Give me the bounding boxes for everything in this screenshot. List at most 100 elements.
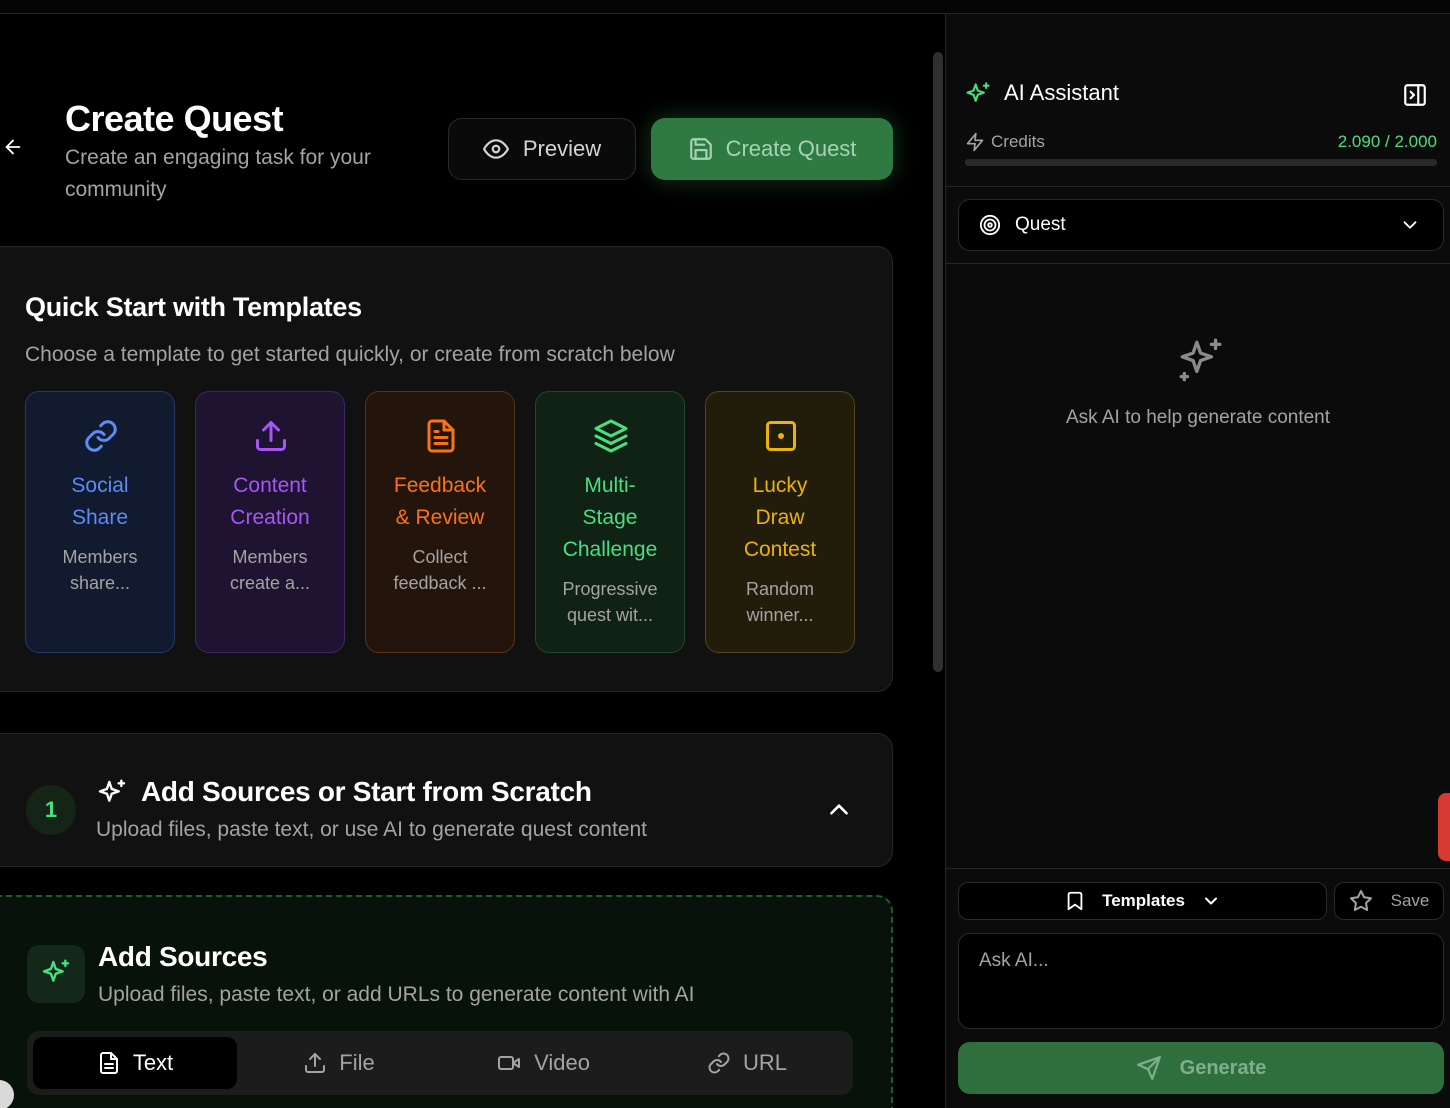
credits-progress-bar	[965, 159, 1437, 166]
template-card[interactable]: Social Share Members share...	[25, 391, 175, 653]
template-name-line: Draw	[755, 506, 805, 529]
chevron-down-icon	[1403, 221, 1417, 229]
source-tabs: Text File Video URL	[27, 1031, 853, 1095]
tab-text-label: Text	[132, 1050, 174, 1075]
template-name-line: Contest	[743, 538, 817, 561]
star-icon	[1349, 890, 1372, 912]
template-description-line: winner...	[746, 605, 814, 625]
template-description-line: feedback ...	[393, 573, 487, 593]
templates-dropdown-label: Templates	[1102, 891, 1185, 910]
add-sources-title: Add Sources	[98, 941, 268, 972]
template-name: Social Share	[26, 470, 174, 534]
divider	[946, 868, 1450, 869]
sparkles-icon	[1179, 338, 1222, 382]
layers-icon	[594, 419, 628, 453]
credits-progress-fill	[965, 159, 1437, 166]
template-description-line: Progressive	[562, 579, 658, 599]
template-description-line: Members	[62, 547, 138, 567]
step-1-subtitle: Upload files, paste text, or use AI to g…	[96, 818, 648, 841]
add-sources-icon-box	[27, 945, 85, 1003]
template-description-line: Random	[745, 579, 815, 599]
template-name-line: Share	[71, 506, 129, 529]
target-icon	[979, 214, 1001, 236]
video-icon	[498, 1056, 521, 1070]
generate-button[interactable]: Generate	[958, 1042, 1444, 1094]
template-description: Collect feedback ...	[366, 544, 514, 596]
generate-label: Generate	[1179, 1056, 1267, 1079]
template-name-line: Stage	[582, 506, 638, 529]
document-icon	[427, 419, 455, 453]
sparkles-icon	[966, 82, 990, 102]
tab-file[interactable]: File	[237, 1037, 441, 1089]
tab-text[interactable]: Text	[33, 1037, 237, 1089]
divider	[946, 263, 1450, 264]
upload-icon	[256, 421, 286, 451]
templates-subtitle: Choose a template to get started quickly…	[25, 343, 675, 366]
step-1-title: Add Sources or Start from Scratch	[141, 776, 592, 807]
template-name: Lucky Draw Contest	[706, 470, 854, 566]
template-name: Content Creation	[196, 470, 344, 534]
template-card[interactable]: Lucky Draw Contest Random winner...	[705, 391, 855, 653]
create-quest-label: Create Quest	[725, 136, 857, 161]
template-description-line: Collect	[412, 547, 468, 567]
template-name: Multi- Stage Challenge	[536, 470, 684, 566]
tab-file-label: File	[339, 1050, 375, 1075]
main-scrollbar-thumb[interactable]	[933, 52, 943, 672]
add-sources-subtitle: Upload files, paste text, or add URLs to…	[98, 983, 695, 1006]
tab-url[interactable]: URL	[645, 1037, 849, 1089]
main-content: Create Quest Create an engaging task for…	[0, 0, 930, 1108]
save-disk-icon	[689, 138, 712, 160]
mode-select[interactable]: Quest	[958, 199, 1444, 251]
ai-assistant-title: AI Assistant	[1004, 80, 1119, 105]
tab-video-label: Video	[534, 1050, 590, 1075]
template-description-line: quest wit...	[566, 605, 654, 625]
template-name-line: Challenge	[562, 538, 658, 561]
template-name-line: Content	[233, 474, 307, 497]
chevron-up-icon[interactable]	[826, 797, 852, 823]
lightning-icon	[966, 132, 984, 152]
tab-video[interactable]: Video	[441, 1037, 645, 1089]
feedback-tab[interactable]	[1438, 793, 1450, 861]
sparkles-icon	[98, 779, 126, 802]
panel-collapse-icon[interactable]	[1402, 82, 1428, 108]
tab-url-label: URL	[742, 1050, 787, 1075]
template-name-line: & Review	[395, 506, 485, 529]
save-prompt-button[interactable]: Save	[1334, 882, 1444, 920]
template-name-line: Feedback	[393, 474, 487, 497]
template-name-line: Multi-	[584, 474, 636, 497]
empty-state-text: Ask AI to help generate content	[1065, 407, 1331, 428]
back-arrow-icon[interactable]	[2, 136, 24, 158]
preview-button[interactable]: Preview	[448, 118, 636, 180]
save-label: Save	[1390, 891, 1430, 910]
credits-value: 2.090 / 2.000	[1337, 132, 1437, 151]
credits-label: Credits	[991, 132, 1045, 151]
send-icon	[1136, 1056, 1161, 1080]
template-description: Members share...	[26, 544, 174, 596]
preview-label: Preview	[522, 136, 602, 161]
templates-title: Quick Start with Templates	[25, 292, 362, 322]
page-title: Create Quest	[65, 98, 284, 139]
ask-ai-input[interactable]	[958, 933, 1444, 1029]
upload-icon	[305, 1053, 326, 1073]
template-name: Feedback & Review	[366, 470, 514, 534]
chevron-down-icon	[1204, 897, 1217, 905]
text-file-icon	[99, 1052, 118, 1074]
sparkles-icon	[42, 959, 70, 982]
template-card[interactable]: Multi- Stage Challenge Progressive quest wit…	[535, 391, 685, 653]
page-subtitle: Create an engaging task for your communi…	[65, 146, 371, 201]
template-card[interactable]: Feedback & Review Collect feedback ...	[365, 391, 515, 653]
bookmark-icon	[1067, 891, 1083, 911]
template-description-line: Members	[232, 547, 308, 567]
template-description-line: share...	[69, 573, 131, 593]
template-description-line: create a...	[229, 573, 311, 593]
step-number: 1	[26, 785, 76, 835]
divider	[946, 186, 1450, 187]
template-name-line: Social	[71, 474, 129, 497]
template-card[interactable]: Content Creation Members create a...	[195, 391, 345, 653]
template-name-line: Creation	[230, 506, 310, 529]
create-quest-button[interactable]: Create Quest	[651, 118, 893, 180]
eye-icon	[482, 139, 509, 159]
templates-dropdown[interactable]: Templates	[958, 882, 1327, 920]
link-icon	[85, 420, 117, 452]
template-name-line: Lucky	[752, 474, 808, 497]
